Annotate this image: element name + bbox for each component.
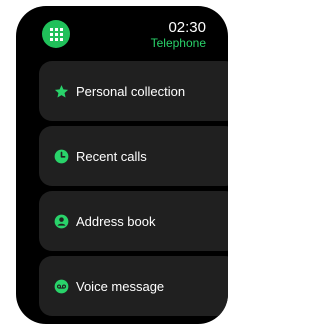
clock-time: 02:30 — [168, 19, 206, 36]
grid-icon — [49, 27, 63, 41]
menu-item-label: Personal collection — [76, 83, 186, 99]
menu-item-label: Recent calls — [76, 148, 147, 164]
voicemail-icon — [53, 278, 69, 294]
menu-item-voice-message[interactable]: Voice message — [39, 256, 228, 316]
clock-icon — [53, 148, 69, 164]
app-grid-button[interactable] — [42, 20, 70, 48]
menu-item-label: Voice message — [76, 278, 165, 294]
menu-item-label: Address book — [76, 213, 156, 229]
watch-screen: 02:30 Telephone Personal collection Rece… — [16, 6, 228, 324]
star-icon — [53, 83, 69, 99]
menu-item-recent-calls[interactable]: Recent calls — [39, 126, 228, 186]
contact-icon — [53, 213, 69, 229]
status-header: 02:30 Telephone — [151, 20, 206, 49]
menu-item-personal-collection[interactable]: Personal collection — [39, 61, 228, 121]
telephone-menu: Personal collection Recent calls Address… — [39, 61, 228, 321]
menu-item-address-book[interactable]: Address book — [39, 191, 228, 251]
app-title: Telephone — [150, 36, 206, 50]
